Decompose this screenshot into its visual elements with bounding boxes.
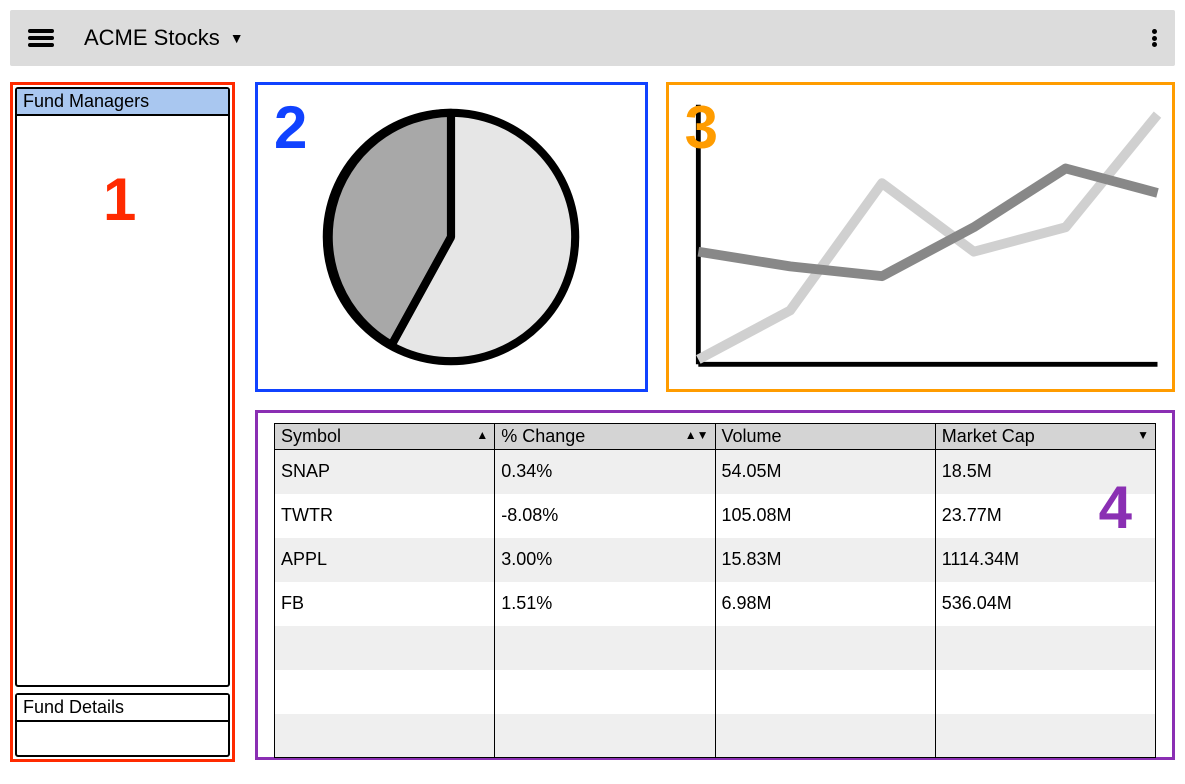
sort-both-icon: ▲▼ [685,428,709,442]
table-row[interactable]: TWTR -8.08% 105.08M 23.77M [275,494,1156,538]
app-title: ACME Stocks [84,25,220,51]
app-header: ACME Stocks ▼ [10,10,1175,66]
region-number-1: 1 [103,165,136,234]
line-chart-region: 3 [666,82,1175,392]
col-pct-change[interactable]: % Change ▲▼ [495,424,715,450]
sort-asc-icon: ▲ [476,428,488,442]
table-row[interactable]: SNAP 0.34% 54.05M 18.5M [275,450,1156,494]
sidebar-region: 1 Fund Managers Fund Details [10,82,235,762]
menu-icon[interactable] [28,29,54,47]
col-market-cap[interactable]: Market Cap ▼ [935,424,1155,450]
col-symbol[interactable]: Symbol ▲ [275,424,495,450]
col-volume[interactable]: Volume [715,424,935,450]
table-row-empty: . [275,670,1156,714]
table-row-empty: . [275,714,1156,758]
fund-details-panel[interactable]: Fund Details [15,693,230,757]
fund-details-header[interactable]: Fund Details [17,695,228,722]
pie-chart [316,102,586,372]
sort-desc-icon: ▼ [1137,428,1149,442]
region-number-2: 2 [274,93,307,162]
app-title-dropdown[interactable]: ACME Stocks ▼ [84,25,244,51]
region-number-4: 4 [1099,473,1132,542]
pie-chart-region: 2 [255,82,648,392]
line-chart [679,95,1162,379]
table-row[interactable]: APPL 3.00% 15.83M 1114.34M [275,538,1156,582]
more-icon[interactable] [1152,29,1157,47]
region-number-3: 3 [685,93,718,162]
table-region: 4 Symbol ▲ % Change ▲▼ Volume [255,410,1175,760]
stocks-table: Symbol ▲ % Change ▲▼ Volume Market Cap [274,423,1156,758]
chevron-down-icon: ▼ [230,30,244,46]
fund-managers-header[interactable]: Fund Managers [17,89,228,116]
table-row[interactable]: FB 1.51% 6.98M 536.04M [275,582,1156,626]
table-row-empty: . [275,626,1156,670]
